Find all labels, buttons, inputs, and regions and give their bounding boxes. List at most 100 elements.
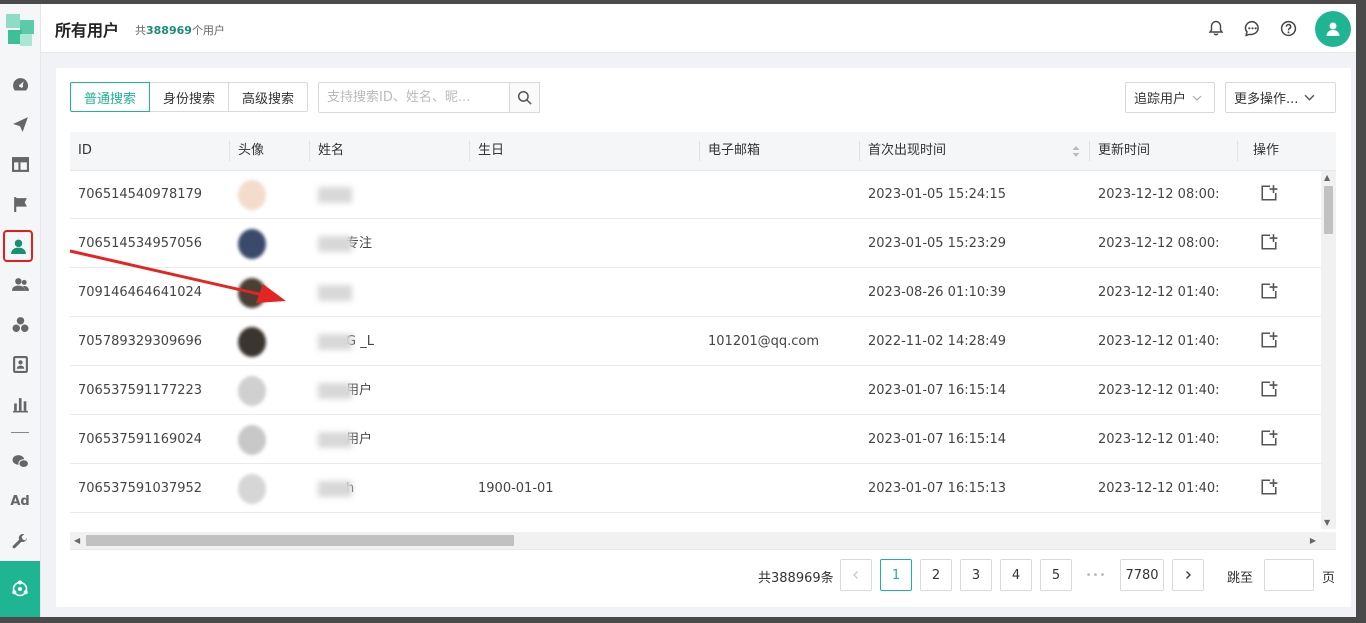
sidebar-item-stats[interactable] [0, 388, 40, 420]
sidebar-item-user-group[interactable] [0, 268, 40, 300]
sidebar-item-tools[interactable] [0, 525, 40, 557]
edit-icon[interactable] [1260, 331, 1278, 349]
table-row[interactable]: 706514540978179 2023-01-05 15:24:15 2023-1… [70, 171, 1321, 219]
track-user-dropdown[interactable]: 追踪用户 [1125, 82, 1215, 113]
sidebar-item-layout[interactable] [0, 148, 40, 180]
page-button-1[interactable]: 1 [880, 559, 912, 591]
table-row[interactable]: 705789329309696 G _L 101201@qq.com 2022-11-… [70, 318, 1321, 366]
avatar [238, 229, 266, 259]
avatar [238, 327, 266, 357]
edit-icon[interactable] [1260, 233, 1278, 251]
redacted-name [318, 481, 352, 497]
sidebar-item-contact-card[interactable] [0, 348, 40, 380]
column-header-avatar: 头像 [238, 143, 265, 158]
page-button-5[interactable]: 5 [1040, 559, 1072, 591]
notification-button[interactable] [1206, 18, 1226, 38]
cell-id: 709146464641024 [78, 285, 203, 300]
cell-first-seen: 2023-01-05 15:23:29 [868, 236, 1007, 251]
help-button[interactable] [1278, 18, 1298, 38]
cell-id: 706537591169024 [78, 432, 203, 447]
tab-advanced-search[interactable]: 高级搜索 [228, 82, 308, 112]
cell-first-seen: 2023-01-07 16:15:13 [868, 481, 1007, 496]
sidebar-divider [11, 432, 29, 433]
horizontal-scroll-thumb[interactable] [86, 535, 514, 546]
page-button-last[interactable]: 7780 [1120, 559, 1164, 591]
sidebar-item-app-hub[interactable] [0, 561, 40, 617]
wrench-icon [12, 533, 27, 548]
scroll-left-arrow[interactable]: ◀ [74, 536, 80, 545]
table-header: ID 头像 姓名 生日 电子邮箱 首次出现时间 更新时间 操作 [70, 132, 1336, 171]
cell-updated: 2023-12-12 01:40:13 [1098, 334, 1220, 349]
sidebar-item-users[interactable] [3, 230, 33, 262]
page-title: 所有用户 [55, 21, 120, 40]
cell-updated: 2023-12-12 01:40:05 [1098, 383, 1220, 398]
scroll-right-arrow[interactable]: ▶ [1310, 536, 1316, 545]
page-button-2[interactable]: 2 [920, 559, 952, 591]
page-button-3[interactable]: 3 [960, 559, 992, 591]
sidebar-item-ads[interactable]: Ad [0, 485, 40, 517]
page-ellipsis[interactable]: ••• [1080, 559, 1112, 591]
vertical-scroll-thumb[interactable] [1324, 186, 1333, 234]
cell-birthday [470, 367, 478, 415]
bell-icon [1208, 20, 1224, 36]
tab-identity-search[interactable]: 身份搜索 [149, 82, 229, 112]
table-row[interactable]: 706537591169024 用户 2023-01-07 16:15:14 2023… [70, 416, 1321, 464]
cell-first-seen: 2023-08-26 01:10:39 [868, 285, 1007, 300]
edit-icon[interactable] [1260, 184, 1278, 202]
search-button[interactable] [509, 82, 540, 113]
top-bar: 所有用户 共388969个用户 [41, 4, 1356, 53]
cell-email [700, 367, 708, 415]
column-header-first-seen[interactable]: 首次出现时间 [860, 132, 946, 170]
column-header-id: ID [78, 143, 92, 158]
column-header-email: 电子邮箱 [708, 143, 761, 158]
vertical-scrollbar[interactable]: ▲ ▼ [1321, 171, 1336, 529]
app-logo [6, 14, 34, 46]
avatar [238, 376, 266, 406]
content-card: 普通搜索 身份搜索 高级搜索 追踪用户 更多操作... ID 头像 姓名 生日 [56, 68, 1351, 607]
sidebar-item-flag[interactable] [0, 188, 40, 220]
sidebar-item-send[interactable] [0, 108, 40, 140]
user-avatar[interactable] [1315, 11, 1351, 47]
cell-id: 706514540978179 [78, 187, 203, 202]
more-actions-dropdown[interactable]: 更多操作... [1225, 82, 1336, 113]
total-users-count: 共388969个用户 [135, 24, 225, 37]
user-group-icon [11, 277, 29, 291]
redacted-name [318, 383, 352, 399]
contact-card-icon [12, 355, 28, 373]
scroll-up-arrow[interactable]: ▲ [1324, 173, 1330, 182]
edit-icon[interactable] [1260, 282, 1278, 300]
sidebar-item-dashboard[interactable] [0, 68, 40, 100]
cell-id: 706537591177223 [78, 383, 203, 398]
prev-page-button[interactable] [840, 559, 872, 591]
cell-email [700, 269, 708, 317]
flag-icon [13, 196, 27, 212]
messages-button[interactable] [1242, 18, 1262, 38]
jump-to-page-input[interactable] [1264, 559, 1314, 591]
table-row[interactable]: 706514534957056 专注 2023-01-05 15:23:29 2023… [70, 220, 1321, 268]
page-button-4[interactable]: 4 [1000, 559, 1032, 591]
cell-id: 706537591037952 [78, 481, 203, 496]
table-row[interactable]: 706537591177223 用户 2023-01-07 16:15:14 2023… [70, 367, 1321, 415]
sidebar-item-wechat[interactable] [0, 445, 40, 477]
edit-icon[interactable] [1260, 429, 1278, 447]
redacted-name [318, 285, 352, 301]
pagination-total: 共388969条 [758, 571, 834, 586]
redacted-name [318, 334, 352, 350]
cell-first-seen: 2023-01-05 15:24:15 [868, 187, 1007, 202]
cell-updated: 2023-12-12 08:00:00 [1098, 236, 1220, 251]
sidebar-item-segments[interactable] [0, 308, 40, 340]
scroll-down-arrow[interactable]: ▼ [1324, 518, 1330, 527]
cell-birthday [470, 318, 478, 366]
horizontal-scrollbar[interactable]: ◀ ▶ [70, 532, 1336, 549]
help-icon [1280, 20, 1296, 36]
cell-id: 705789329309696 [78, 334, 203, 349]
tab-normal-search[interactable]: 普通搜索 [70, 82, 150, 112]
cell-updated: 2023-12-12 08:00:00 [1098, 187, 1220, 202]
table-row[interactable]: 709146464641024 2023-08-26 01:10:39 2023-1… [70, 269, 1321, 317]
search-input[interactable] [318, 82, 510, 113]
edit-icon[interactable] [1260, 478, 1278, 496]
sort-icon[interactable] [1071, 145, 1081, 158]
next-page-button[interactable] [1172, 559, 1204, 591]
table-row[interactable]: 706537591037952h1900-01-012023-01-07 16:… [70, 465, 1321, 513]
edit-icon[interactable] [1260, 380, 1278, 398]
